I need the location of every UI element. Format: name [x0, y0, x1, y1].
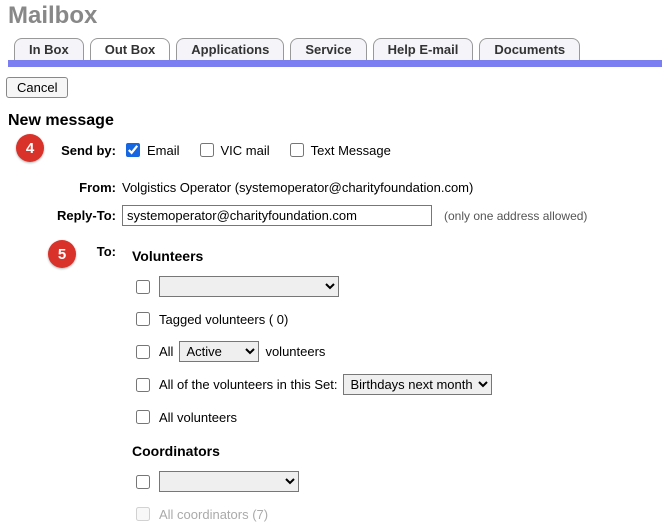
reply-to-input[interactable] — [122, 205, 432, 226]
tab-service[interactable]: Service — [290, 38, 366, 60]
set-row: All of the volunteers in this Set: Birth… — [132, 374, 492, 395]
coordinators-select[interactable] — [159, 471, 299, 492]
all-volunteers-row: All volunteers — [132, 407, 492, 427]
volunteers-select[interactable] — [159, 276, 339, 297]
from-label: From: — [10, 180, 122, 195]
tabs-container: In Box Out Box Applications Service Help… — [0, 38, 670, 67]
set-checkbox[interactable] — [136, 378, 150, 392]
cancel-button[interactable]: Cancel — [6, 77, 68, 98]
badge-5: 5 — [48, 240, 76, 268]
all-coordinators-row: All coordinators (7) — [132, 504, 492, 524]
coordinators-select-row — [132, 471, 492, 492]
from-row: From: Volgistics Operator (systemoperato… — [10, 180, 660, 195]
tab-applications[interactable]: Applications — [176, 38, 284, 60]
tab-inbox[interactable]: In Box — [14, 38, 84, 60]
to-row: 5 To: Volunteers Tagged volunteers ( 0) … — [10, 242, 660, 524]
send-by-text-option[interactable]: Text Message — [286, 140, 391, 160]
send-by-text-checkbox[interactable] — [290, 143, 304, 157]
tab-help-email[interactable]: Help E-mail — [373, 38, 474, 60]
send-by-row: 4 Send by: Email VIC mail Text Message — [10, 140, 660, 160]
send-by-text-text: Text Message — [311, 143, 391, 158]
all-volunteers-text: All volunteers — [159, 410, 237, 425]
volunteers-select-checkbox[interactable] — [136, 280, 150, 294]
reply-to-hint: (only one address allowed) — [444, 209, 587, 223]
badge-4: 4 — [16, 134, 44, 162]
all-status-row: All Active volunteers — [132, 341, 492, 362]
send-by-email-text: Email — [147, 143, 180, 158]
tab-documents[interactable]: Documents — [479, 38, 580, 60]
page-title: Mailbox — [8, 2, 670, 30]
send-by-vic-checkbox[interactable] — [200, 143, 214, 157]
tab-underline — [8, 60, 662, 67]
tagged-volunteers-row: Tagged volunteers ( 0) — [132, 309, 492, 329]
set-label-text: All of the volunteers in this Set: — [159, 377, 337, 392]
all-status-suffix: volunteers — [265, 344, 325, 359]
section-title: New message — [8, 112, 670, 130]
volunteers-heading: Volunteers — [132, 248, 492, 264]
send-by-email-option[interactable]: Email — [122, 140, 180, 160]
coordinators-select-checkbox[interactable] — [136, 475, 150, 489]
tagged-volunteers-text: Tagged volunteers ( 0) — [159, 312, 288, 327]
send-by-vic-option[interactable]: VIC mail — [196, 140, 270, 160]
send-by-vic-text: VIC mail — [221, 143, 270, 158]
all-coordinators-text: All coordinators (7) — [159, 507, 268, 522]
all-status-checkbox[interactable] — [136, 345, 150, 359]
from-value: Volgistics Operator (systemoperator@char… — [122, 180, 473, 195]
tab-outbox[interactable]: Out Box — [90, 38, 171, 60]
all-status-prefix: All — [159, 344, 173, 359]
coordinators-heading: Coordinators — [132, 443, 492, 459]
send-by-email-checkbox[interactable] — [126, 143, 140, 157]
reply-to-row: Reply-To: (only one address allowed) — [10, 205, 660, 226]
tab-row: In Box Out Box Applications Service Help… — [8, 38, 662, 60]
all-coordinators-checkbox[interactable] — [136, 507, 150, 521]
all-volunteers-checkbox[interactable] — [136, 410, 150, 424]
status-select[interactable]: Active — [179, 341, 259, 362]
volunteers-select-row — [132, 276, 492, 297]
set-select[interactable]: Birthdays next month — [343, 374, 492, 395]
reply-to-label: Reply-To: — [10, 208, 122, 223]
tagged-volunteers-checkbox[interactable] — [136, 312, 150, 326]
